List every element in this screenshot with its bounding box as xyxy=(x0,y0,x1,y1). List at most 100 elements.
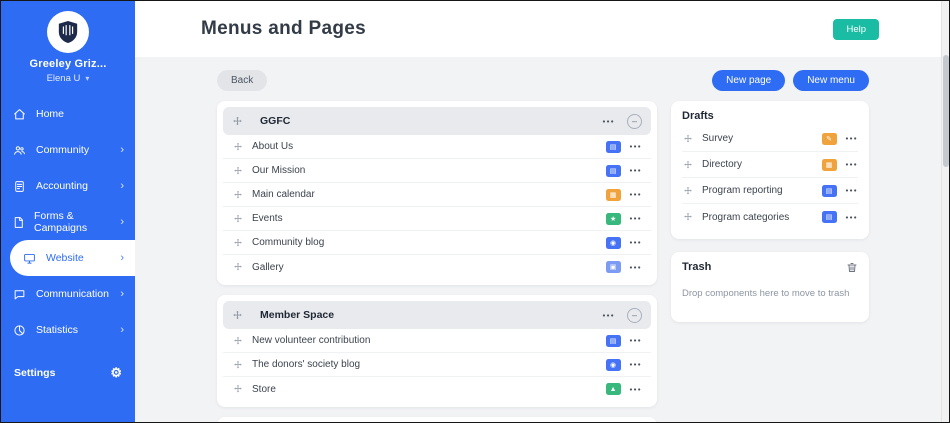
sidebar-item-home[interactable]: Home xyxy=(1,96,135,132)
more-menu-button[interactable]: ••• xyxy=(630,214,642,223)
user-name: Elena U xyxy=(46,73,81,84)
more-menu-button[interactable]: ••• xyxy=(630,166,642,175)
sidebar-item-communication[interactable]: Communication › xyxy=(1,276,135,312)
menu-item[interactable]: Our Mission ▤ ••• xyxy=(223,159,651,183)
more-menu-button[interactable]: ••• xyxy=(630,336,642,345)
sidebar-item-label: Home xyxy=(36,108,65,120)
user-menu[interactable]: Elena U ▾ xyxy=(1,73,135,84)
more-menu-button[interactable]: ••• xyxy=(846,134,858,143)
draft-item-label: Program categories xyxy=(702,211,790,223)
sidebar-item-accounting[interactable]: Accounting › xyxy=(1,168,135,204)
sidebar-item-forms-campaigns[interactable]: Forms & Campaigns › xyxy=(1,204,135,240)
sidebar-item-website[interactable]: Website › xyxy=(10,240,135,276)
drag-handle-icon[interactable] xyxy=(683,212,693,222)
more-menu-button[interactable]: ••• xyxy=(630,360,642,369)
club-logo[interactable] xyxy=(47,11,89,53)
new-menu-button[interactable]: New menu xyxy=(793,69,869,91)
more-menu-button[interactable]: ••• xyxy=(630,263,642,272)
drag-handle-icon[interactable] xyxy=(233,262,243,272)
pie-chart-icon xyxy=(12,324,27,337)
main-area: Menus and Pages Help Back New page New m… xyxy=(135,1,949,422)
menu-item-label: Gallery xyxy=(252,261,284,273)
scrollbar[interactable] xyxy=(941,1,949,422)
drafts-title: Drafts xyxy=(682,110,714,122)
menu-item[interactable]: Community blog ◉ ••• xyxy=(223,231,651,255)
drag-handle-icon[interactable] xyxy=(232,116,243,127)
draft-item-label: Program reporting xyxy=(702,185,783,196)
store-icon: ▲ xyxy=(605,383,621,395)
more-menu-button[interactable]: ••• xyxy=(846,213,858,222)
drag-handle-icon[interactable] xyxy=(233,166,243,176)
trash-icon[interactable] xyxy=(846,261,858,279)
drag-handle-icon[interactable] xyxy=(233,142,243,152)
calendar-icon: ▦ xyxy=(605,188,621,201)
menu-tree-column: GGFC ••• – About Us ▤ ••• Our Mission ▤ … xyxy=(217,101,657,422)
accounting-icon xyxy=(12,180,27,193)
monitor-icon xyxy=(22,252,37,265)
sidebar-item-settings[interactable]: Settings ⚙ xyxy=(1,356,135,390)
menu-item-label: Store xyxy=(252,383,276,395)
drag-handle-icon[interactable] xyxy=(683,186,693,196)
survey-icon: ✎ xyxy=(821,132,837,145)
menu-item[interactable]: About Us ▤ ••• xyxy=(223,135,651,159)
page-icon: ▤ xyxy=(605,334,621,347)
club-name: Greeley Griz... xyxy=(29,58,107,70)
drag-handle-icon[interactable] xyxy=(233,238,243,248)
more-menu-button[interactable]: ••• xyxy=(630,142,642,151)
help-button[interactable]: Help xyxy=(833,18,879,40)
sidebar-item-statistics[interactable]: Statistics › xyxy=(1,312,135,348)
more-menu-button[interactable]: ••• xyxy=(603,117,615,126)
more-menu-button[interactable]: ••• xyxy=(630,190,642,199)
content-area: Back New page New menu GGFC ••• – About … xyxy=(135,57,949,422)
drag-handle-icon[interactable] xyxy=(233,360,243,370)
chat-bubble-icon xyxy=(12,288,27,301)
side-column: Drafts Survey ✎ ••• Directory ▦ ••• Prog… xyxy=(671,101,869,322)
more-menu-button[interactable]: ••• xyxy=(846,160,858,169)
menu-item[interactable]: New volunteer contribution ▤ ••• xyxy=(223,329,651,353)
menu-item[interactable]: Store ▲ ••• xyxy=(223,377,651,401)
menu-item-label: The donors' society blog xyxy=(252,359,361,370)
more-menu-button[interactable]: ••• xyxy=(603,311,615,320)
page-icon: ▤ xyxy=(821,184,837,197)
chevron-right-icon: › xyxy=(120,144,124,156)
community-icon xyxy=(12,144,27,157)
new-page-button[interactable]: New page xyxy=(712,69,786,91)
menu-item[interactable]: Gallery ▣ ••• xyxy=(223,255,651,279)
collapse-button[interactable]: – xyxy=(627,113,642,129)
shield-icon xyxy=(58,21,78,43)
more-menu-button[interactable]: ••• xyxy=(630,238,642,247)
back-button[interactable]: Back xyxy=(217,69,268,91)
sidebar-item-community[interactable]: Community › xyxy=(1,132,135,168)
drag-handle-icon[interactable] xyxy=(232,310,243,321)
draft-item[interactable]: Program categories ▤ ••• xyxy=(682,204,858,230)
drag-handle-icon[interactable] xyxy=(233,190,243,200)
drag-handle-icon[interactable] xyxy=(683,160,693,170)
drag-handle-icon[interactable] xyxy=(233,214,243,224)
draft-item[interactable]: Directory ▦ ••• xyxy=(682,152,858,178)
gallery-icon: ▣ xyxy=(605,261,621,273)
blog-icon: ◉ xyxy=(605,236,621,249)
trash-title: Trash xyxy=(682,261,712,273)
menu-group-header[interactable]: GGFC ••• – xyxy=(223,107,651,135)
sidebar-item-label: Statistics xyxy=(36,324,79,336)
draft-item[interactable]: Program reporting ▤ ••• xyxy=(682,178,858,204)
collapse-button[interactable]: – xyxy=(627,307,642,323)
draft-item-label: Directory xyxy=(702,159,743,170)
draft-item[interactable]: Survey ✎ ••• xyxy=(682,126,858,152)
more-menu-button[interactable]: ••• xyxy=(630,385,642,394)
menu-item[interactable]: Main calendar ▦ ••• xyxy=(223,183,651,207)
menu-item[interactable]: Events ★ ••• xyxy=(223,207,651,231)
menu-item-label: Our Mission xyxy=(252,165,306,176)
event-icon: ★ xyxy=(605,212,621,225)
page-title: Menus and Pages xyxy=(201,18,366,39)
menu-item-label: Main calendar xyxy=(252,189,315,200)
drag-handle-icon[interactable] xyxy=(233,384,243,394)
menu-group-header[interactable]: Member Space ••• – xyxy=(223,301,651,329)
menu-group-ggfc: GGFC ••• – About Us ▤ ••• Our Mission ▤ … xyxy=(217,101,657,285)
drag-handle-icon[interactable] xyxy=(683,134,693,144)
more-menu-button[interactable]: ••• xyxy=(846,186,858,195)
menu-item[interactable]: The donors' society blog ◉ ••• xyxy=(223,353,651,377)
drag-handle-icon[interactable] xyxy=(233,336,243,346)
page-icon: ▤ xyxy=(821,211,837,223)
scrollbar-thumb[interactable] xyxy=(943,55,949,167)
